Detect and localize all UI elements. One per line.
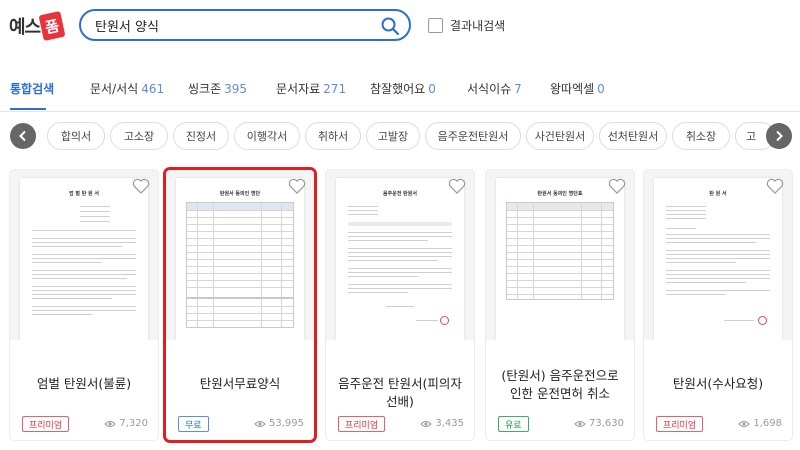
doc-preview-title: 음주운전 탄원서	[383, 191, 417, 197]
doc-preview: 탄원서 동의인 명단표	[496, 178, 624, 340]
eye-icon	[254, 420, 266, 427]
tab-label: 통합검색	[10, 82, 55, 96]
tab-form-issue[interactable]: 서식이슈 7	[467, 80, 522, 97]
tab-label: 문서자료	[276, 82, 321, 96]
view-count: 73,630	[574, 418, 624, 429]
tab-integrated[interactable]: 통합검색	[10, 80, 54, 97]
doc-title[interactable]: 탄원서(수사요청)	[652, 375, 784, 393]
heart-icon[interactable]	[288, 178, 306, 194]
price-badge: 프리미엄	[338, 416, 386, 432]
logo-badge: 폼	[38, 10, 66, 42]
tab-wangtta-excel[interactable]: 왕따엑셀 0	[550, 80, 605, 97]
heart-icon[interactable]	[132, 178, 150, 194]
heart-icon[interactable]	[448, 178, 466, 194]
eye-icon	[574, 420, 586, 427]
price-badge: 유료	[498, 416, 529, 432]
chip[interactable]: 취소장	[672, 122, 730, 150]
doc-thumbnail[interactable]: 엄 벌 탄 원 서	[10, 170, 158, 340]
keyword-chips: 합의서 고소장 진정서 이행각서 취하서 고발장 음주운전탄원서 사건탄원서 선…	[0, 122, 800, 152]
doc-preview-title: 엄 벌 탄 원 서	[69, 191, 99, 197]
view-count: 1,698	[738, 418, 782, 429]
doc-thumbnail[interactable]: 탄원서 동의인 명단	[166, 170, 314, 340]
tab-count: 395	[224, 82, 248, 96]
chip[interactable]: 고소장	[110, 122, 168, 150]
doc-preview: 탄 원 서	[654, 178, 782, 340]
doc-title[interactable]: 탄원서무료양식	[174, 375, 306, 393]
in-result-search[interactable]: 결과내검색	[428, 17, 505, 34]
doc-card[interactable]: 엄 벌 탄 원 서 엄벌 탄원서(불륜) 프리미엄 7,320	[10, 170, 158, 440]
doc-title[interactable]: (탄원서) 음주운전으로 인한 운전면허 취소	[494, 367, 626, 403]
tab-documents[interactable]: 문서/서식 461	[90, 80, 164, 97]
doc-thumbnail[interactable]: 탄 원 서	[644, 170, 792, 340]
eye-icon	[420, 420, 433, 427]
site-logo[interactable]: 예스 폼	[9, 10, 66, 42]
tab-thinkzone[interactable]: 씽크존 395	[188, 80, 247, 97]
doc-card[interactable]: 탄 원 서 탄원서(수사요청) 프리미엄 1,698	[644, 170, 792, 440]
view-count-value: 7,320	[119, 418, 148, 429]
tab-label: 문서/서식	[90, 82, 139, 96]
eye-icon	[104, 420, 117, 427]
view-count: 7,320	[104, 418, 148, 429]
chip[interactable]: 진정서	[173, 122, 229, 150]
search-input[interactable]	[95, 14, 375, 36]
chip[interactable]: 선처탄원서	[599, 122, 667, 150]
chips-next-button[interactable]	[766, 123, 792, 149]
tab-label: 참잘했어요	[370, 82, 426, 96]
price-badge: 프리미엄	[656, 416, 704, 432]
tab-label: 씽크존	[188, 82, 222, 96]
heart-icon[interactable]	[766, 178, 784, 194]
view-count-value: 1,698	[753, 418, 782, 429]
chip[interactable]: 음주운전탄원서	[425, 122, 521, 150]
active-tab-indicator	[10, 108, 46, 110]
search-icon[interactable]	[380, 16, 400, 36]
doc-card-selected[interactable]: 탄원서 동의인 명단 탄원서무료양식 무료 53,995	[163, 167, 317, 443]
tab-label: 왕따엑셀	[550, 82, 595, 96]
doc-preview-title: 탄 원 서	[709, 191, 727, 197]
tab-count: 0	[428, 82, 436, 96]
header: 예스 폼 결과내검색	[0, 0, 800, 52]
view-count: 3,435	[420, 418, 464, 429]
tab-count: 271	[323, 82, 347, 96]
chips-prev-button[interactable]	[10, 123, 36, 149]
doc-preview: 엄 벌 탄 원 서	[20, 178, 148, 340]
chip[interactable]: 고발장	[366, 122, 420, 150]
view-count: 53,995	[254, 418, 304, 429]
doc-preview: 탄원서 동의인 명단	[176, 178, 304, 340]
heart-icon[interactable]	[608, 178, 626, 194]
price-badge: 프리미엄	[22, 416, 70, 432]
view-count-value: 73,630	[589, 418, 624, 429]
view-count-value: 3,435	[435, 418, 464, 429]
chevron-right-icon	[776, 130, 783, 142]
doc-preview-title: 탄원서 동의인 명단표	[537, 191, 583, 197]
tab-count: 0	[597, 82, 605, 96]
chip[interactable]: 이행각서	[234, 122, 300, 150]
doc-title[interactable]: 엄벌 탄원서(불륜)	[18, 375, 150, 393]
tab-doc-materials[interactable]: 문서자료 271	[276, 80, 346, 97]
view-count-value: 53,995	[269, 418, 304, 429]
doc-preview: 음주운전 탄원서	[336, 178, 464, 340]
doc-card[interactable]: 음주운전 탄원서 음주운전 탄원서(피의자 선배) 프리미엄 3,435	[326, 170, 474, 440]
tab-count: 461	[141, 82, 165, 96]
tab-well-done[interactable]: 참잘했어요 0	[370, 80, 436, 97]
in-result-search-label: 결과내검색	[450, 19, 506, 33]
search-tabs: 통합검색 문서/서식 461 씽크존 395 문서자료 271 참잘했어요 0 서식이슈…	[0, 72, 800, 112]
doc-title[interactable]: 음주운전 탄원서(피의자 선배)	[334, 375, 466, 411]
doc-thumbnail[interactable]: 음주운전 탄원서	[326, 170, 474, 340]
doc-thumbnail[interactable]: 탄원서 동의인 명단표	[486, 170, 634, 340]
price-badge: 무료	[178, 416, 209, 432]
logo-text: 예스	[9, 17, 41, 38]
tab-count: 7	[514, 82, 522, 96]
chip[interactable]: 합의서	[47, 122, 105, 150]
chevron-left-icon	[19, 130, 26, 142]
doc-preview-title: 탄원서 동의인 명단	[219, 191, 261, 197]
eye-icon	[738, 420, 751, 427]
chip[interactable]: 취하서	[305, 122, 361, 150]
tab-label: 서식이슈	[467, 82, 512, 96]
search-box	[79, 9, 411, 41]
chip[interactable]: 사건탄원서	[526, 122, 594, 150]
doc-card[interactable]: 탄원서 동의인 명단표 (탄원서) 음주운전으로 인한 운전면허 취소 유료 7…	[486, 170, 634, 440]
in-result-search-checkbox[interactable]	[428, 18, 443, 33]
